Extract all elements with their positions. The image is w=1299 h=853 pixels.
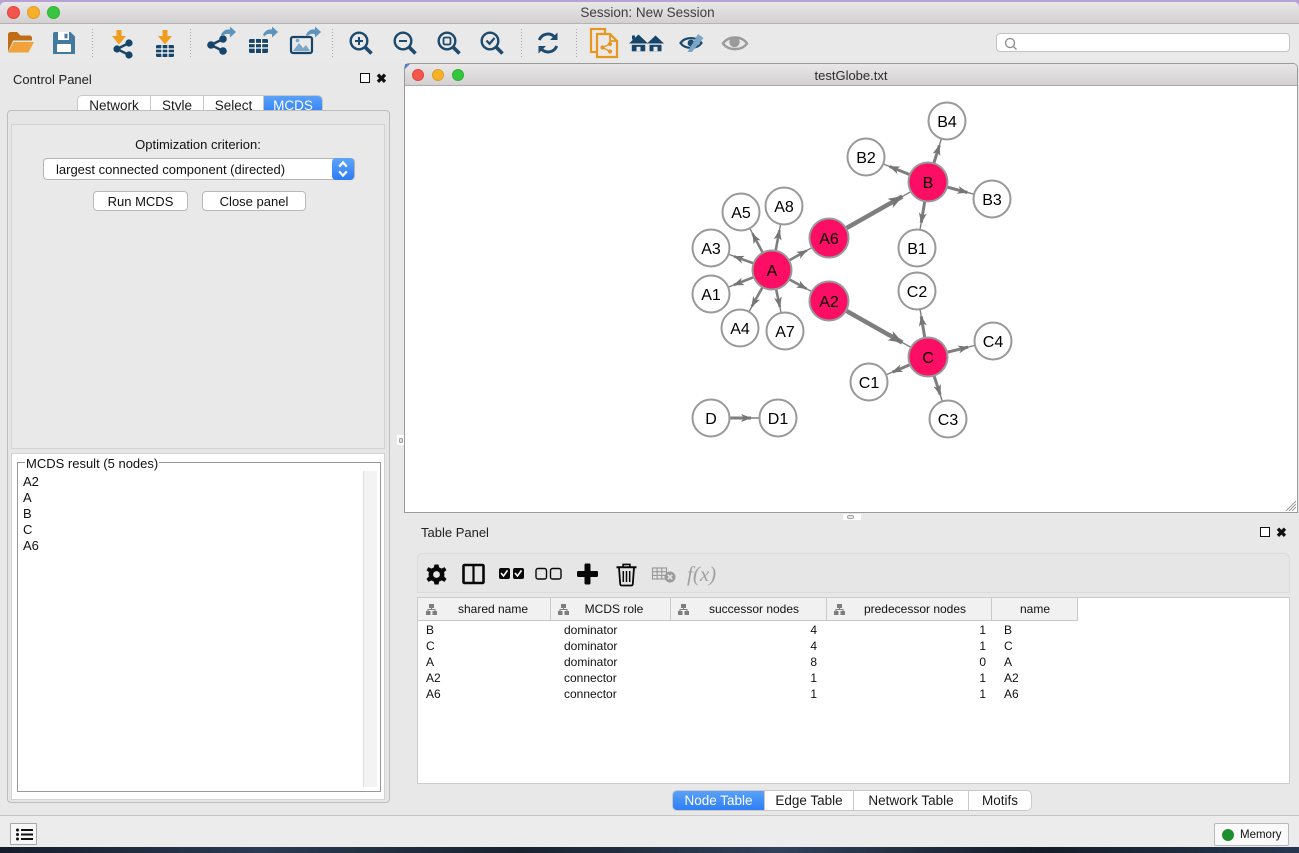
svg-text:name: name xyxy=(1020,602,1050,616)
svg-text:MCDS role: MCDS role xyxy=(585,602,644,616)
svg-text:C2: C2 xyxy=(907,284,928,301)
svg-text:shared name: shared name xyxy=(458,602,528,616)
svg-text:A2: A2 xyxy=(819,294,839,311)
svg-text:D1: D1 xyxy=(768,411,789,428)
svg-text:B2: B2 xyxy=(856,150,876,167)
svg-text:B: B xyxy=(1004,623,1012,637)
svg-text:B: B xyxy=(923,175,934,192)
svg-text:C: C xyxy=(426,639,435,653)
svg-text:A1: A1 xyxy=(701,287,721,304)
svg-text:predecessor nodes: predecessor nodes xyxy=(864,602,966,616)
svg-text:A6: A6 xyxy=(426,687,441,701)
svg-text:dominator: dominator xyxy=(564,655,617,669)
svg-text:1: 1 xyxy=(979,671,986,685)
svg-text:1: 1 xyxy=(979,639,986,653)
svg-text:connector: connector xyxy=(564,671,617,685)
svg-text:C4: C4 xyxy=(983,334,1004,351)
svg-text:f(x): f(x) xyxy=(687,562,716,586)
svg-text:A3: A3 xyxy=(701,241,721,258)
svg-text:4: 4 xyxy=(810,639,817,653)
svg-text:A5: A5 xyxy=(731,205,751,222)
svg-text:B4: B4 xyxy=(937,114,957,131)
svg-text:A: A xyxy=(426,655,434,669)
svg-text:D: D xyxy=(705,411,717,428)
svg-text:4: 4 xyxy=(810,623,817,637)
svg-text:A6: A6 xyxy=(1004,687,1019,701)
svg-text:1: 1 xyxy=(979,623,986,637)
svg-text:1: 1 xyxy=(810,671,817,685)
svg-text:B1: B1 xyxy=(907,241,927,258)
svg-text:connector: connector xyxy=(564,687,617,701)
svg-text:dominator: dominator xyxy=(564,639,617,653)
svg-text:A7: A7 xyxy=(775,324,795,341)
svg-text:A8: A8 xyxy=(774,199,794,216)
svg-text:A4: A4 xyxy=(730,321,750,338)
svg-text:0: 0 xyxy=(979,655,986,669)
svg-text:C3: C3 xyxy=(938,412,959,429)
svg-text:B: B xyxy=(426,623,434,637)
svg-text:C1: C1 xyxy=(859,375,880,392)
svg-text:dominator: dominator xyxy=(564,623,617,637)
svg-text:B3: B3 xyxy=(982,192,1002,209)
svg-text:successor nodes: successor nodes xyxy=(709,602,799,616)
svg-text:8: 8 xyxy=(810,655,817,669)
svg-text:A6: A6 xyxy=(819,231,839,248)
svg-text:A: A xyxy=(1004,655,1012,669)
svg-text:A2: A2 xyxy=(426,671,441,685)
svg-text:1: 1 xyxy=(810,687,817,701)
svg-text:1: 1 xyxy=(979,687,986,701)
svg-text:C: C xyxy=(1004,639,1013,653)
svg-text:A: A xyxy=(767,263,778,280)
svg-text:C: C xyxy=(922,350,934,367)
svg-text:A2: A2 xyxy=(1004,671,1019,685)
